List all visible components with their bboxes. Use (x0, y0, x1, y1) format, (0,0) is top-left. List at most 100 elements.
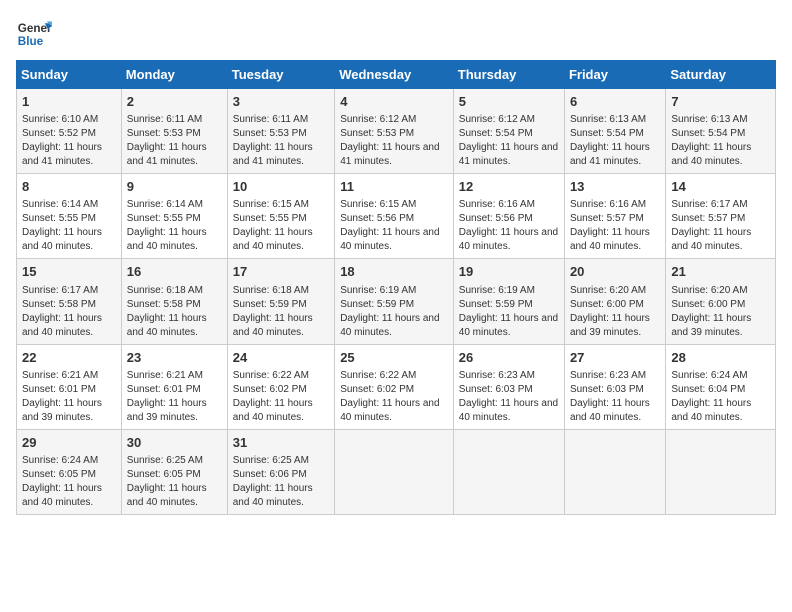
day-number: 25 (340, 349, 448, 367)
calendar-cell: 30 Sunrise: 6:25 AM Sunset: 6:05 PM Dayli… (121, 429, 227, 514)
day-info: Sunrise: 6:25 AM Sunset: 6:06 PM Dayligh… (233, 454, 329, 510)
calendar-cell: 20Sunrise: 6:20 AM Sunset: 6:00 PM Dayli… (564, 259, 665, 344)
calendar-cell: 16Sunrise: 6:18 AM Sunset: 5:58 PM Dayli… (121, 259, 227, 344)
day-number: 2 (127, 93, 222, 111)
day-info: Sunrise: 6:14 AM Sunset: 5:55 PM Dayligh… (127, 198, 222, 254)
calendar-cell: 26Sunrise: 6:23 AM Sunset: 6:03 PM Dayli… (453, 344, 564, 429)
day-info: Sunrise: 6:19 AM Sunset: 5:59 PM Dayligh… (459, 284, 559, 340)
page-header: General Blue (16, 16, 776, 52)
weekday-header-thursday: Thursday (453, 61, 564, 89)
day-number: 9 (127, 178, 222, 196)
day-number: 24 (233, 349, 329, 367)
calendar-cell: 14 Sunrise: 6:17 AM Sunset: 5:57 PM Dayli… (666, 174, 776, 259)
day-info: Sunrise: 6:13 AM Sunset: 5:54 PM Dayligh… (671, 113, 770, 169)
day-number: 10 (233, 178, 329, 196)
day-number: 6 (570, 93, 660, 111)
weekday-header-tuesday: Tuesday (227, 61, 334, 89)
calendar-cell: 10 Sunrise: 6:15 AM Sunset: 5:55 PM Dayli… (227, 174, 334, 259)
day-number: 8 (22, 178, 116, 196)
day-number: 26 (459, 349, 559, 367)
calendar-cell (564, 429, 665, 514)
day-info: Sunrise: 6:22 AM Sunset: 6:02 PM Dayligh… (340, 369, 448, 425)
calendar-cell: 27 Sunrise: 6:23 AM Sunset: 6:03 PM Dayli… (564, 344, 665, 429)
day-info: Sunrise: 6:15 AM Sunset: 5:55 PM Dayligh… (233, 198, 329, 254)
day-info: Sunrise: 6:16 AM Sunset: 5:57 PM Dayligh… (570, 198, 660, 254)
day-info: Sunrise: 6:20 AM Sunset: 6:00 PM Dayligh… (671, 284, 770, 340)
day-number: 19 (459, 263, 559, 281)
day-number: 16 (127, 263, 222, 281)
day-info: Sunrise: 6:11 AM Sunset: 5:53 PM Dayligh… (233, 113, 329, 169)
calendar-cell: 24 Sunrise: 6:22 AM Sunset: 6:02 PM Dayli… (227, 344, 334, 429)
day-number: 4 (340, 93, 448, 111)
day-info: Sunrise: 6:15 AM Sunset: 5:56 PM Dayligh… (340, 198, 448, 254)
calendar-cell: 25 Sunrise: 6:22 AM Sunset: 6:02 PM Dayli… (335, 344, 454, 429)
calendar-week-5: 29Sunrise: 6:24 AM Sunset: 6:05 PM Dayli… (17, 429, 776, 514)
day-number: 23 (127, 349, 222, 367)
calendar-cell (666, 429, 776, 514)
day-number: 20 (570, 263, 660, 281)
calendar-cell: 5 Sunrise: 6:12 AM Sunset: 5:54 PM Daylig… (453, 89, 564, 174)
calendar-cell: 22Sunrise: 6:21 AM Sunset: 6:01 PM Dayli… (17, 344, 122, 429)
calendar-cell: 15Sunrise: 6:17 AM Sunset: 5:58 PM Dayli… (17, 259, 122, 344)
day-number: 13 (570, 178, 660, 196)
day-number: 3 (233, 93, 329, 111)
calendar-cell: 19 Sunrise: 6:19 AM Sunset: 5:59 PM Dayli… (453, 259, 564, 344)
weekday-header-monday: Monday (121, 61, 227, 89)
calendar-cell: 17 Sunrise: 6:18 AM Sunset: 5:59 PM Dayli… (227, 259, 334, 344)
day-info: Sunrise: 6:21 AM Sunset: 6:01 PM Dayligh… (22, 369, 116, 425)
day-info: Sunrise: 6:22 AM Sunset: 6:02 PM Dayligh… (233, 369, 329, 425)
calendar-cell: 1Sunrise: 6:10 AM Sunset: 5:52 PM Daylig… (17, 89, 122, 174)
day-info: Sunrise: 6:25 AM Sunset: 6:05 PM Dayligh… (127, 454, 222, 510)
day-info: Sunrise: 6:24 AM Sunset: 6:04 PM Dayligh… (671, 369, 770, 425)
day-number: 29 (22, 434, 116, 452)
day-number: 30 (127, 434, 222, 452)
logo: General Blue (16, 16, 52, 52)
day-number: 21 (671, 263, 770, 281)
day-info: Sunrise: 6:11 AM Sunset: 5:53 PM Dayligh… (127, 113, 222, 169)
day-info: Sunrise: 6:18 AM Sunset: 5:59 PM Dayligh… (233, 284, 329, 340)
calendar-cell: 9 Sunrise: 6:14 AM Sunset: 5:55 PM Daylig… (121, 174, 227, 259)
day-info: Sunrise: 6:14 AM Sunset: 5:55 PM Dayligh… (22, 198, 116, 254)
calendar-cell: 11Sunrise: 6:15 AM Sunset: 5:56 PM Dayli… (335, 174, 454, 259)
calendar-week-1: 1Sunrise: 6:10 AM Sunset: 5:52 PM Daylig… (17, 89, 776, 174)
day-info: Sunrise: 6:12 AM Sunset: 5:54 PM Dayligh… (459, 113, 559, 169)
weekday-header-wednesday: Wednesday (335, 61, 454, 89)
day-number: 27 (570, 349, 660, 367)
calendar-cell: 6 Sunrise: 6:13 AM Sunset: 5:54 PM Daylig… (564, 89, 665, 174)
calendar-cell: 31 Sunrise: 6:25 AM Sunset: 6:06 PM Dayli… (227, 429, 334, 514)
day-info: Sunrise: 6:23 AM Sunset: 6:03 PM Dayligh… (570, 369, 660, 425)
day-number: 12 (459, 178, 559, 196)
calendar-cell: 4 Sunrise: 6:12 AM Sunset: 5:53 PM Daylig… (335, 89, 454, 174)
day-info: Sunrise: 6:13 AM Sunset: 5:54 PM Dayligh… (570, 113, 660, 169)
calendar-cell: 23 Sunrise: 6:21 AM Sunset: 6:01 PM Dayli… (121, 344, 227, 429)
calendar-cell: 29Sunrise: 6:24 AM Sunset: 6:05 PM Dayli… (17, 429, 122, 514)
day-info: Sunrise: 6:12 AM Sunset: 5:53 PM Dayligh… (340, 113, 448, 169)
day-info: Sunrise: 6:10 AM Sunset: 5:52 PM Dayligh… (22, 113, 116, 169)
day-info: Sunrise: 6:17 AM Sunset: 5:57 PM Dayligh… (671, 198, 770, 254)
day-number: 5 (459, 93, 559, 111)
calendar-header-row: SundayMondayTuesdayWednesdayThursdayFrid… (17, 61, 776, 89)
day-number: 31 (233, 434, 329, 452)
day-number: 15 (22, 263, 116, 281)
calendar-cell: 21 Sunrise: 6:20 AM Sunset: 6:00 PM Dayli… (666, 259, 776, 344)
calendar-body: 1Sunrise: 6:10 AM Sunset: 5:52 PM Daylig… (17, 89, 776, 515)
calendar-table: SundayMondayTuesdayWednesdayThursdayFrid… (16, 60, 776, 515)
day-number: 17 (233, 263, 329, 281)
calendar-week-2: 8 Sunrise: 6:14 AM Sunset: 5:55 PM Daylig… (17, 174, 776, 259)
calendar-cell: 3 Sunrise: 6:11 AM Sunset: 5:53 PM Daylig… (227, 89, 334, 174)
day-info: Sunrise: 6:19 AM Sunset: 5:59 PM Dayligh… (340, 284, 448, 340)
svg-text:Blue: Blue (18, 35, 44, 48)
calendar-cell: 7 Sunrise: 6:13 AM Sunset: 5:54 PM Daylig… (666, 89, 776, 174)
day-info: Sunrise: 6:16 AM Sunset: 5:56 PM Dayligh… (459, 198, 559, 254)
day-number: 7 (671, 93, 770, 111)
day-info: Sunrise: 6:21 AM Sunset: 6:01 PM Dayligh… (127, 369, 222, 425)
calendar-cell: 13 Sunrise: 6:16 AM Sunset: 5:57 PM Dayli… (564, 174, 665, 259)
logo-icon: General Blue (16, 16, 52, 52)
weekday-header-sunday: Sunday (17, 61, 122, 89)
calendar-cell: 28 Sunrise: 6:24 AM Sunset: 6:04 PM Dayli… (666, 344, 776, 429)
calendar-cell: 8 Sunrise: 6:14 AM Sunset: 5:55 PM Daylig… (17, 174, 122, 259)
day-number: 14 (671, 178, 770, 196)
day-number: 28 (671, 349, 770, 367)
calendar-cell: 18Sunrise: 6:19 AM Sunset: 5:59 PM Dayli… (335, 259, 454, 344)
calendar-week-4: 22Sunrise: 6:21 AM Sunset: 6:01 PM Dayli… (17, 344, 776, 429)
